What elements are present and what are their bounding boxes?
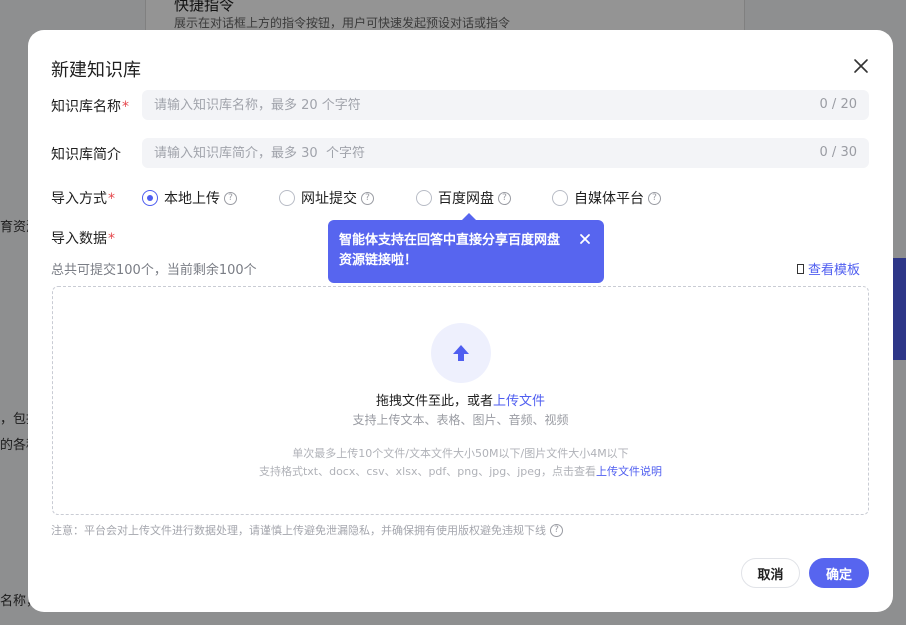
dropzone-main-text: 拖拽文件至此，或者上传文件 [375, 394, 546, 409]
upload-icon [431, 323, 491, 383]
help-icon[interactable]: ? [550, 523, 563, 537]
description-input[interactable] [142, 138, 782, 168]
description-label: 知识库简介 [51, 147, 121, 163]
description-field: 0 / 30 [142, 138, 869, 168]
dropzone-size-limit: 单次最多上传10个文件/文本文件大小50M以下/图片文件大小4M以下 [292, 447, 629, 460]
upload-quota-text: 总共可提交100个，当前剩余100个 [51, 263, 257, 278]
cancel-button[interactable]: 取消 [741, 558, 800, 588]
name-input[interactable] [142, 90, 782, 120]
radio-baidu-netdisk[interactable]: 百度网盘 ? [416, 188, 511, 208]
confirm-button[interactable]: 确定 [809, 558, 869, 588]
dropzone-formats: 支持格式txt、docx、csv、xlsx、pdf、png、jpg、jpeg，点… [258, 465, 663, 478]
name-label: 知识库名称* [51, 99, 129, 115]
close-icon [580, 234, 590, 244]
document-icon [796, 263, 804, 274]
close-button[interactable] [851, 56, 871, 76]
required-mark: * [108, 191, 115, 207]
required-mark: * [122, 99, 129, 115]
radio-checked-icon [142, 190, 158, 206]
required-mark: * [108, 231, 115, 247]
upload-instructions-link[interactable]: 上传文件说明 [596, 465, 662, 478]
help-icon[interactable]: ? [361, 191, 374, 205]
dialog-title: 新建知识库 [51, 60, 141, 81]
upload-file-link[interactable]: 上传文件 [493, 394, 545, 409]
import-data-label: 导入数据* [51, 231, 115, 247]
tooltip-text: 智能体支持在回答中直接分享百度网盘资源链接啦！ [339, 233, 561, 268]
radio-unchecked-icon [279, 190, 295, 206]
privacy-notice: 注意：平台会对上传文件进行数据处理，请谨慎上传避免泄漏隐私，并确保拥有使用版权避… [51, 522, 563, 538]
close-icon [854, 59, 868, 73]
radio-url-submit[interactable]: 网址提交 ? [279, 188, 374, 208]
radio-local-upload[interactable]: 本地上传 ? [142, 188, 237, 208]
tooltip-close-button[interactable] [578, 232, 592, 246]
description-char-counter: 0 / 30 [819, 145, 857, 160]
radio-media-platform[interactable]: 自媒体平台 ? [552, 188, 661, 208]
view-template-link[interactable]: 查看模板 [796, 259, 860, 278]
import-method-label: 导入方式* [51, 191, 115, 207]
help-icon[interactable]: ? [498, 191, 511, 205]
create-knowledge-base-dialog: 新建知识库 知识库名称* 0 / 20 知识库简介 0 / 30 导入方式* 本… [28, 30, 893, 612]
dropzone-supported-types: 支持上传文本、表格、图片、音频、视频 [352, 413, 569, 427]
name-field: 0 / 20 [142, 90, 869, 120]
help-icon[interactable]: ? [224, 191, 237, 205]
file-dropzone[interactable]: 拖拽文件至此，或者上传文件 支持上传文本、表格、图片、音频、视频 单次最多上传1… [52, 286, 869, 515]
radio-unchecked-icon [552, 190, 568, 206]
help-icon[interactable]: ? [648, 191, 661, 205]
netdisk-tooltip: 智能体支持在回答中直接分享百度网盘资源链接啦！ [328, 213, 604, 283]
name-char-counter: 0 / 20 [819, 97, 857, 112]
radio-unchecked-icon [416, 190, 432, 206]
